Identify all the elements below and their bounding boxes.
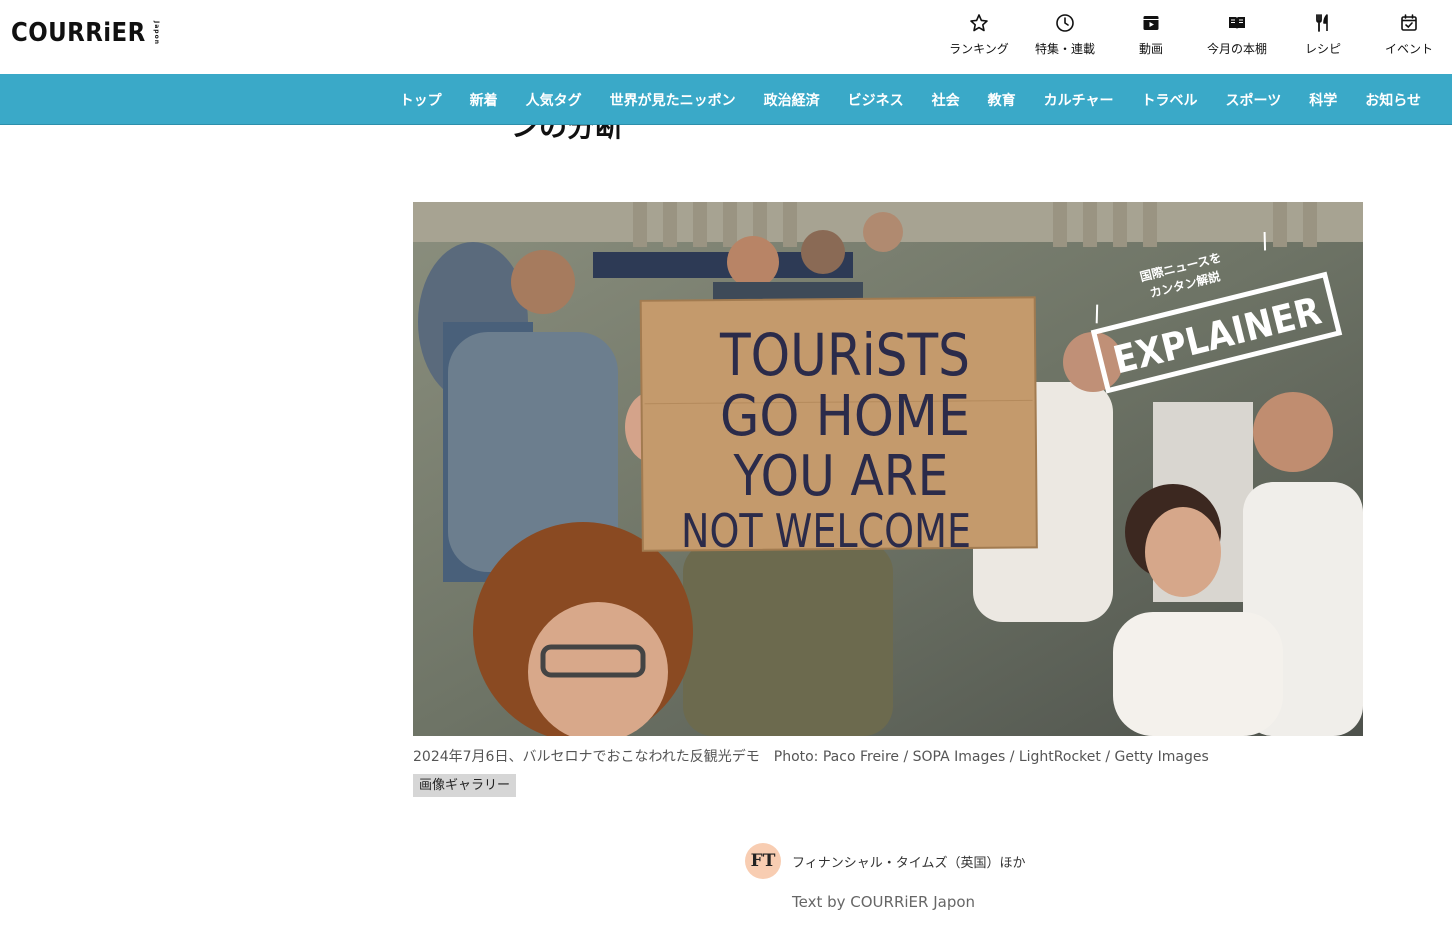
star-icon (968, 12, 990, 34)
util-bookshelf[interactable]: 今月の本棚 (1194, 0, 1280, 74)
util-events-label: イベント (1384, 42, 1433, 56)
clock-icon (1054, 12, 1076, 34)
category-item[interactable]: お知らせ (1365, 90, 1421, 110)
article-headline: ンの分断 (511, 125, 811, 143)
site-header: COURRiER Japon ランキング 特集・連載 動画 今月の本棚 レシピ … (0, 0, 1452, 74)
category-item[interactable]: ビジネス (848, 90, 904, 110)
category-item[interactable]: 世界が見たニッポン (610, 90, 736, 110)
category-item[interactable]: 政治経済 (764, 90, 820, 110)
book-icon (1226, 12, 1248, 34)
photo-credit: Photo: Paco Freire / SOPA Images / Light… (773, 749, 1209, 765)
sign-line-1: TOURiSTS (719, 321, 970, 389)
util-video-label: 動画 (1138, 42, 1163, 56)
utility-nav: ランキング 特集・連載 動画 今月の本棚 レシピ イベント (936, 0, 1452, 74)
util-recipe-label: レシピ (1304, 42, 1341, 56)
image-caption: 2024年7月6日、バルセロナでおこなわれた反観光デモ Photo: Paco F… (413, 746, 1209, 766)
source-name: フィナンシャル・タイムズ（英国）ほか (792, 855, 1026, 871)
category-item[interactable]: カルチャー (1044, 90, 1114, 110)
util-ranking-label: ランキング (949, 42, 1009, 56)
image-gallery-button[interactable]: 画像ギャラリー (413, 774, 517, 797)
fork-knife-icon (1312, 12, 1334, 34)
category-list: トップ 新着 人気タグ 世界が見たニッポン 政治経済 ビジネス 社会 教育 カルチャー トラベル ス… (372, 74, 1421, 125)
util-features-label: 特集・連載 (1034, 42, 1095, 56)
category-item[interactable]: スポーツ (1226, 90, 1282, 110)
logo-subtext: Japon (153, 21, 161, 45)
headline-text: ンの分断 (511, 125, 624, 143)
category-item[interactable]: 社会 (932, 90, 960, 110)
category-item[interactable]: 教育 (988, 90, 1016, 110)
hero-photo: TOURiSTS GO HOME YOU ARE NOT WELCOME 国際ニ… (413, 202, 1363, 736)
hero-image[interactable]: TOURiSTS GO HOME YOU ARE NOT WELCOME 国際ニ… (413, 202, 1363, 736)
sign-line-3: YOU ARE (733, 444, 949, 509)
util-ranking[interactable]: ランキング (936, 0, 1022, 74)
text-by: Text by COURRiER Japon (792, 893, 976, 911)
article-source: FT フィナンシャル・タイムズ（英国）ほか (745, 843, 1025, 879)
category-nav: トップ 新着 人気タグ 世界が見たニッポン 政治経済 ビジネス 社会 教育 カルチャー トラベル ス… (0, 74, 1452, 125)
sign-line-4: NOT WELCOME (681, 504, 971, 558)
category-item[interactable]: 科学 (1309, 90, 1337, 110)
util-bookshelf-label: 今月の本棚 (1206, 42, 1267, 56)
video-icon (1140, 12, 1162, 34)
category-item[interactable]: トップ (400, 90, 442, 110)
category-item[interactable]: 新着 (470, 90, 498, 110)
util-recipe[interactable]: レシピ (1280, 0, 1366, 74)
source-logo: FT (745, 843, 781, 879)
util-events[interactable]: イベント (1366, 0, 1452, 74)
category-item[interactable]: 人気タグ (526, 90, 582, 110)
util-features[interactable]: 特集・連載 (1022, 0, 1108, 74)
sign-line-2: GO HOME (720, 384, 970, 449)
util-video[interactable]: 動画 (1108, 0, 1194, 74)
site-logo[interactable]: COURRiER Japon (11, 16, 160, 50)
logo-text: COURRiER (11, 18, 146, 48)
caption-text: 2024年7月6日、バルセロナでおこなわれた反観光デモ (413, 749, 760, 765)
calendar-check-icon (1398, 12, 1420, 34)
category-item[interactable]: トラベル (1142, 90, 1198, 110)
